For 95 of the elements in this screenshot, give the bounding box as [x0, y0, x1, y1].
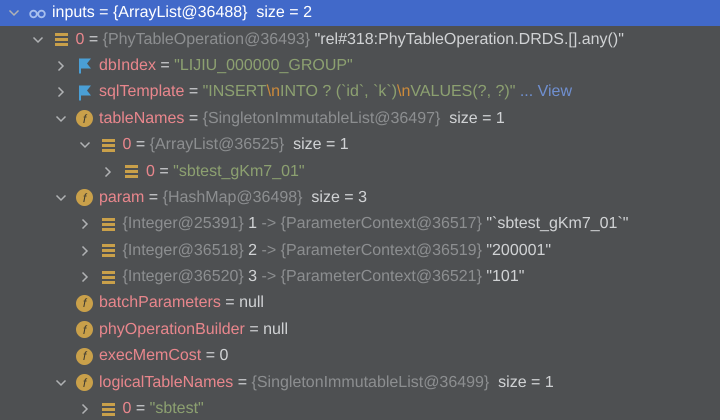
expand-chevron-icon[interactable] — [102, 166, 114, 178]
list-icon — [123, 163, 140, 180]
flag-icon — [76, 57, 93, 74]
tree-row[interactable]: sqlTemplate = "INSERT\nINTO ? (`id`, `k`)\nVALUES(?, ?)" ... View — [0, 79, 720, 106]
type-label: -> {ParameterContext@36521} — [262, 268, 482, 286]
type-label: {HashMap@36498} — [162, 188, 302, 207]
variable-name: phyOperationBuilder — [99, 320, 245, 339]
type-label: {Integer@36520} — [122, 268, 244, 286]
equals-sign: = — [159, 56, 171, 75]
tree-row[interactable]: 0 = "sbtest" — [0, 396, 720, 420]
variable-name: execMemCost — [99, 347, 202, 366]
tree-row[interactable]: {Integer@36518} 2 -> {ParameterContext@36519} "200001" — [0, 238, 720, 264]
string-value: VALUES(?, ?)" — [410, 83, 516, 102]
field-icon: f — [76, 294, 93, 312]
string-value: INTO ? (`id`, `k`) — [280, 83, 398, 102]
field-icon: f — [76, 189, 93, 206]
tree-row[interactable]: {Integer@36520} 3 -> {ParameterContext@36521} "101" — [0, 264, 720, 290]
list-icon — [100, 268, 116, 286]
type-label: {PhyTableOperation@36493} — [102, 30, 310, 49]
value-text: size = 1 — [497, 374, 554, 392]
string-value: "INSERT — [202, 83, 267, 102]
value-text: 0 — [219, 347, 228, 366]
string-value: "LIJIU_000000_GROUP" — [174, 56, 353, 75]
value-text: size = 3 — [310, 188, 367, 207]
variable-name: tableNames — [99, 110, 184, 128]
expand-chevron-icon[interactable] — [55, 86, 67, 98]
expand-chevron-icon[interactable] — [55, 60, 67, 72]
variable-name: dbIndex — [99, 56, 156, 75]
equals-sign: = — [158, 162, 170, 181]
value-text: "`sbtest_gKm7_01`" — [485, 215, 628, 234]
field-icon: f — [76, 374, 93, 392]
variable-name: 0 — [122, 136, 132, 154]
tree-row[interactable]: 0 = {ArrayList@36525} size = 1 — [0, 132, 720, 158]
equals-sign: = — [236, 374, 248, 392]
tree-row[interactable]: inputs = {ArrayList@36488} size = 2 — [0, 0, 720, 26]
string-value: "sbtest" — [150, 400, 204, 418]
equals-sign: = — [248, 320, 260, 339]
tree-row[interactable]: f phyOperationBuilder = null — [0, 316, 720, 344]
value-text: null — [239, 294, 264, 312]
variable-name: sqlTemplate — [99, 83, 184, 102]
list-icon — [100, 400, 116, 418]
value-text: size = 1 — [292, 136, 349, 154]
equals-sign: = — [204, 347, 216, 366]
type-label: -> {ParameterContext@36517} — [262, 215, 482, 234]
equals-sign: = — [98, 4, 110, 22]
variable-name: param — [99, 188, 144, 207]
tree-row[interactable]: f execMemCost = 0 — [0, 343, 720, 370]
variable-name: batchParameters — [99, 294, 221, 312]
variable-name: 0 — [122, 400, 132, 418]
type-label: {SingletonImmutableList@36499} — [252, 374, 490, 392]
flag-icon — [76, 84, 93, 101]
value-text: "200001" — [485, 242, 552, 260]
type-label: -> {ParameterContext@36519} — [262, 242, 482, 260]
type-label: {Integer@25391} — [122, 215, 244, 234]
type-label: {SingletonImmutableList@36497} — [202, 110, 440, 128]
field-icon: f — [76, 348, 93, 365]
tree-row[interactable]: f batchParameters = null — [0, 290, 720, 317]
value-text: size = 1 — [448, 110, 505, 128]
tree-row[interactable]: f tableNames = {SingletonImmutableList@36497} size = 1 — [0, 106, 720, 132]
value-text: {ArrayList@36488} — [112, 4, 248, 22]
variable-name: logicalTableNames — [99, 374, 234, 392]
string-value: "sbtest_gKm7_01" — [173, 162, 305, 181]
type-label: {ArrayList@36525} — [150, 136, 284, 154]
value-text: null — [263, 320, 288, 339]
tree-row[interactable]: 0 = {PhyTableOperation@36493} "rel#318:PhyTableOperation.DRDS.[].any()" — [0, 26, 720, 53]
type-label: {Integer@36518} — [122, 242, 244, 260]
equals-sign: = — [134, 136, 146, 154]
value-text: 3 — [247, 268, 258, 286]
tree-row[interactable]: f param = {HashMap@36498} size = 3 — [0, 184, 720, 212]
escape-sequence: \n — [397, 83, 410, 102]
field-icon: f — [76, 321, 93, 338]
list-icon — [100, 136, 116, 154]
value-text: "101" — [485, 268, 524, 286]
variable-name: 0 — [146, 162, 155, 181]
equals-sign: = — [188, 110, 200, 128]
tree-row[interactable]: {Integer@25391} 1 -> {ParameterContext@36517} "`sbtest_gKm7_01`" — [0, 211, 720, 238]
tree-row[interactable]: 0 = "sbtest_gKm7_01" — [0, 158, 720, 185]
tree-row[interactable]: f logicalTableNames = {SingletonImmutableList@36499} size = 1 — [0, 369, 720, 396]
equals-sign: = — [88, 30, 100, 49]
variable-name: inputs — [52, 4, 95, 22]
value-text: 1 — [247, 215, 258, 234]
list-icon — [52, 31, 70, 48]
list-icon — [100, 216, 116, 233]
tree-row[interactable]: dbIndex = "LIJIU_000000_GROUP" — [0, 52, 720, 80]
equals-sign: = — [224, 294, 236, 312]
list-icon — [100, 242, 116, 260]
value-text: "rel#318:PhyTableOperation.DRDS.[].any()" — [314, 30, 624, 49]
variable-name: 0 — [76, 30, 84, 49]
field-icon: f — [76, 110, 93, 128]
value-text: 2 — [247, 242, 258, 260]
equals-sign: = — [134, 400, 146, 418]
equals-sign: = — [188, 83, 200, 102]
value-text: size = 2 — [255, 4, 312, 22]
equals-sign: = — [148, 188, 160, 207]
escape-sequence: \n — [266, 83, 280, 102]
